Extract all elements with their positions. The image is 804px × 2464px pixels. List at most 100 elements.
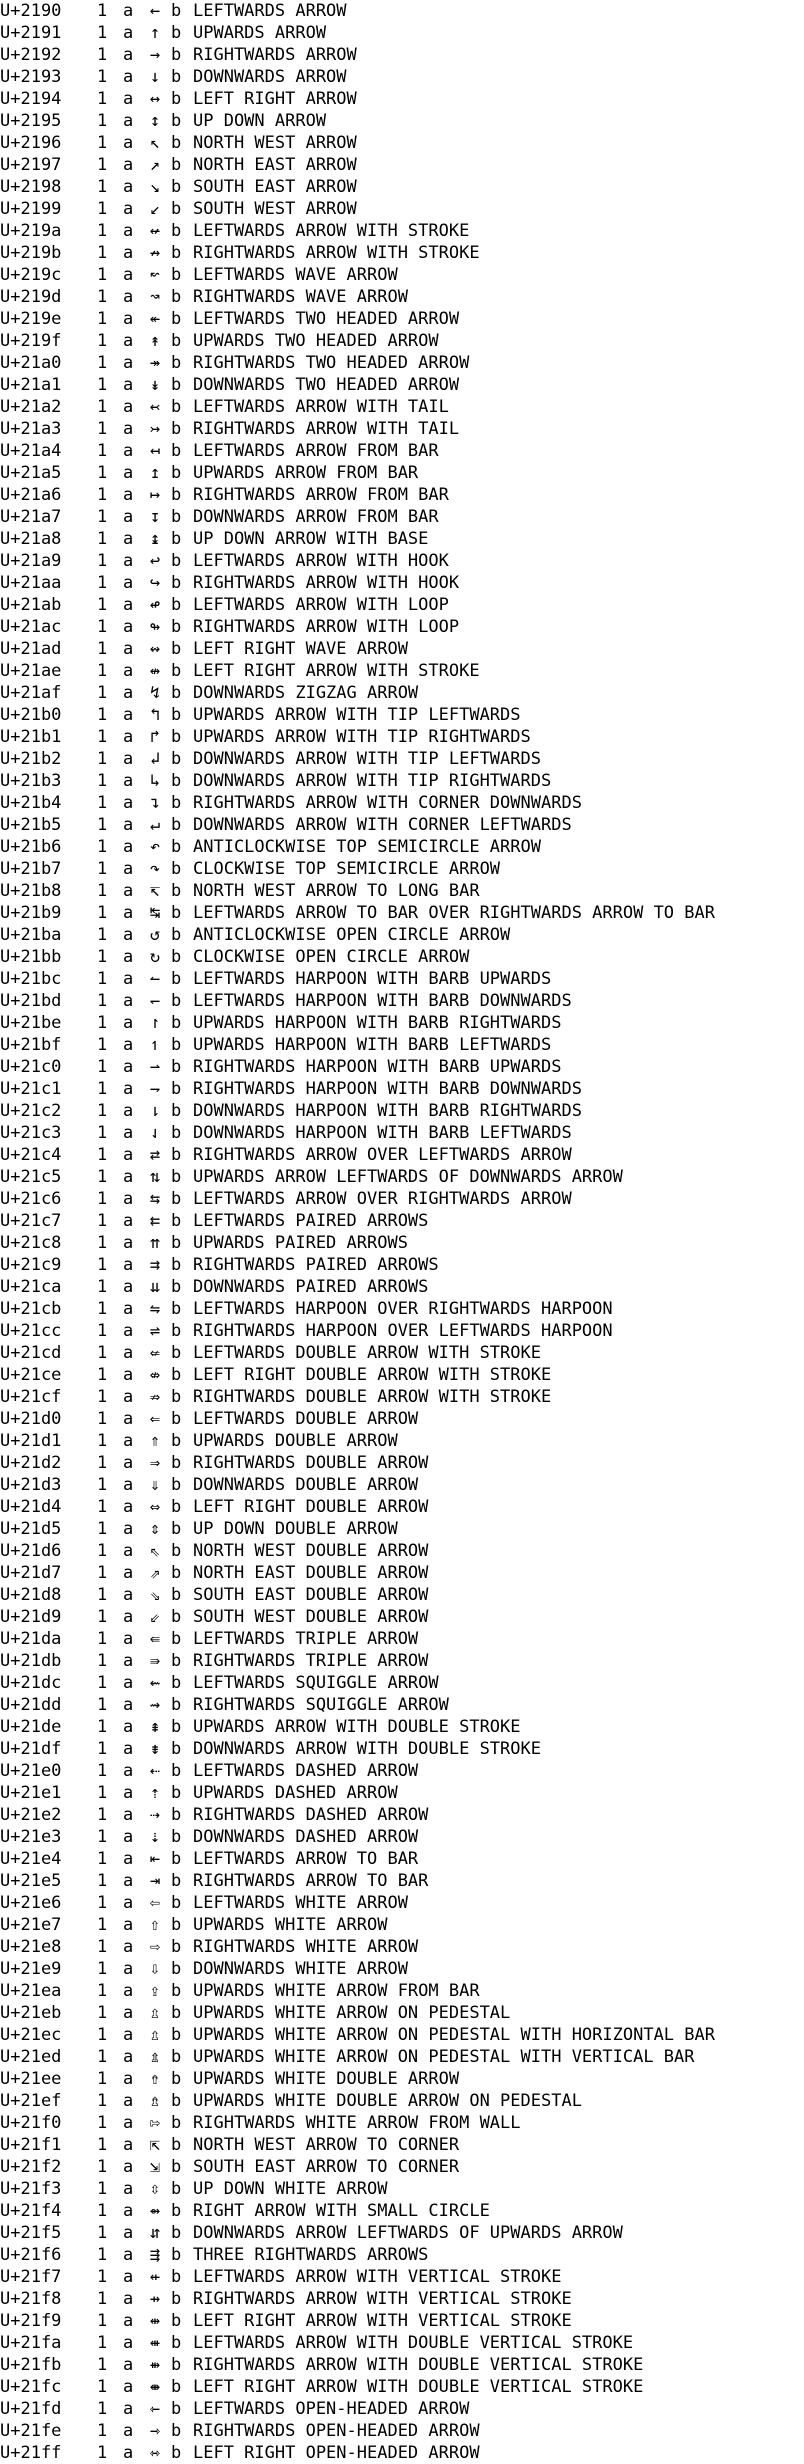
codepoint-label: U+2196	[0, 133, 62, 153]
character-name: RIGHTWARDS ARROW WITH STROKE	[193, 243, 480, 263]
count-label: 1	[97, 1783, 108, 1803]
count-label: 1	[97, 1, 108, 21]
count-label: 1	[97, 2355, 108, 2375]
count-label: 1	[97, 1651, 108, 1671]
character-name: LEFTWARDS WAVE ARROW	[193, 265, 398, 285]
suffix-letter: b	[171, 925, 182, 945]
count-label: 1	[97, 397, 108, 417]
prefix-letter: a	[123, 551, 134, 571]
arrow-glyph: ⇯	[149, 2091, 161, 2111]
arrow-glyph: ⇆	[149, 1189, 161, 1209]
character-name: DOWNWARDS DOUBLE ARROW	[193, 1475, 419, 1495]
suffix-letter: b	[171, 2245, 182, 2265]
arrow-glyph: ↰	[149, 705, 161, 725]
codepoint-label: U+21d2	[0, 1453, 62, 1473]
arrow-glyph: ⇸	[149, 2289, 161, 2309]
character-name: LEFTWARDS OPEN-HEADED ARROW	[193, 2399, 470, 2419]
codepoint-label: U+21e2	[0, 1805, 62, 1825]
codepoint-label: U+21c8	[0, 1233, 62, 1253]
count-label: 1	[97, 1189, 108, 1209]
count-label: 1	[97, 265, 108, 285]
count-label: 1	[97, 287, 108, 307]
count-label: 1	[97, 683, 108, 703]
codepoint-label: U+21b4	[0, 793, 62, 813]
character-name: RIGHTWARDS ARROW FROM BAR	[193, 485, 449, 505]
prefix-letter: a	[123, 1255, 134, 1275]
codepoint-label: U+219d	[0, 287, 62, 307]
prefix-letter: a	[123, 463, 134, 483]
codepoint-label: U+21aa	[0, 573, 62, 593]
prefix-letter: a	[123, 991, 134, 1011]
prefix-letter: a	[123, 1123, 134, 1143]
character-name: RIGHTWARDS ARROW TO BAR	[193, 1871, 429, 1891]
codepoint-label: U+21a4	[0, 441, 62, 461]
character-name: DOWNWARDS HARPOON WITH BARB LEFTWARDS	[193, 1123, 572, 1143]
suffix-letter: b	[171, 2333, 182, 2353]
arrow-glyph: ⇬	[149, 2025, 161, 2045]
arrow-glyph: ⇛	[149, 1651, 161, 1671]
codepoint-label: U+21dc	[0, 1673, 62, 1693]
suffix-letter: b	[171, 771, 182, 791]
arrow-glyph: →	[149, 45, 161, 65]
prefix-letter: a	[123, 1981, 134, 2001]
codepoint-label: U+21c6	[0, 1189, 62, 1209]
prefix-letter: a	[123, 1365, 134, 1385]
count-label: 1	[97, 1277, 108, 1297]
arrow-glyph: ↛	[149, 243, 161, 263]
arrow-glyph: ⇥	[149, 1871, 161, 1891]
codepoint-label: U+21fe	[0, 2421, 62, 2441]
suffix-letter: b	[171, 1321, 182, 1341]
arrow-glyph: ⇃	[149, 1123, 161, 1143]
character-name: LEFTWARDS ARROW FROM BAR	[193, 441, 439, 461]
arrow-glyph: ⇡	[149, 1783, 161, 1803]
prefix-letter: a	[123, 1101, 134, 1121]
prefix-letter: a	[123, 2003, 134, 2023]
count-label: 1	[97, 67, 108, 87]
count-label: 1	[97, 177, 108, 197]
codepoint-label: U+21ac	[0, 617, 62, 637]
codepoint-label: U+21ed	[0, 2047, 62, 2067]
suffix-letter: b	[171, 969, 182, 989]
codepoint-label: U+21de	[0, 1717, 62, 1737]
prefix-letter: a	[123, 1211, 134, 1231]
prefix-letter: a	[123, 705, 134, 725]
codepoint-label: U+21e0	[0, 1761, 62, 1781]
arrow-glyph: ↕	[149, 111, 161, 131]
arrow-glyph: ↾	[149, 1013, 161, 1033]
prefix-letter: a	[123, 2333, 134, 2353]
arrow-glyph: ↧	[149, 507, 161, 527]
character-name: DOWNWARDS TWO HEADED ARROW	[193, 375, 460, 395]
arrow-glyph: ↡	[149, 375, 161, 395]
suffix-letter: b	[171, 1387, 182, 1407]
character-name: LEFT RIGHT ARROW WITH STROKE	[193, 661, 480, 681]
character-name: LEFT RIGHT ARROW WITH DOUBLE VERTICAL ST…	[193, 2377, 644, 2397]
codepoint-label: U+21e7	[0, 1915, 62, 1935]
suffix-letter: b	[171, 2377, 182, 2397]
character-name: RIGHTWARDS ARROW WITH VERTICAL STROKE	[193, 2289, 572, 2309]
count-label: 1	[97, 2113, 108, 2133]
suffix-letter: b	[171, 353, 182, 373]
arrow-glyph: ⇣	[149, 1827, 161, 1847]
arrow-glyph: ←	[149, 1, 161, 21]
arrow-glyph: ⇾	[149, 2421, 161, 2441]
character-name: RIGHTWARDS SQUIGGLE ARROW	[193, 1695, 449, 1715]
count-label: 1	[97, 243, 108, 263]
arrow-glyph: ⇲	[149, 2157, 161, 2177]
suffix-letter: b	[171, 903, 182, 923]
prefix-letter: a	[123, 265, 134, 285]
codepoint-label: U+2195	[0, 111, 62, 131]
codepoint-label: U+21fd	[0, 2399, 62, 2419]
suffix-letter: b	[171, 397, 182, 417]
codepoint-label: U+21ce	[0, 1365, 62, 1385]
character-name: UP DOWN DOUBLE ARROW	[193, 1519, 398, 1539]
arrow-glyph: ⇧	[149, 1915, 161, 1935]
prefix-letter: a	[123, 331, 134, 351]
character-name: LEFTWARDS DASHED ARROW	[193, 1761, 419, 1781]
character-name: DOWNWARDS ARROW FROM BAR	[193, 507, 439, 527]
arrow-glyph: ↘	[149, 177, 161, 197]
arrow-glyph-listing: U+2190 1 a ← b LEFTWARDS ARROW U+2191 1 a ↑ b UPWAR…	[0, 0, 804, 2464]
character-name: DOWNWARDS ARROW WITH TIP LEFTWARDS	[193, 749, 541, 769]
prefix-letter: a	[123, 573, 134, 593]
suffix-letter: b	[171, 1893, 182, 1913]
character-name: UPWARDS HARPOON WITH BARB LEFTWARDS	[193, 1035, 552, 1055]
